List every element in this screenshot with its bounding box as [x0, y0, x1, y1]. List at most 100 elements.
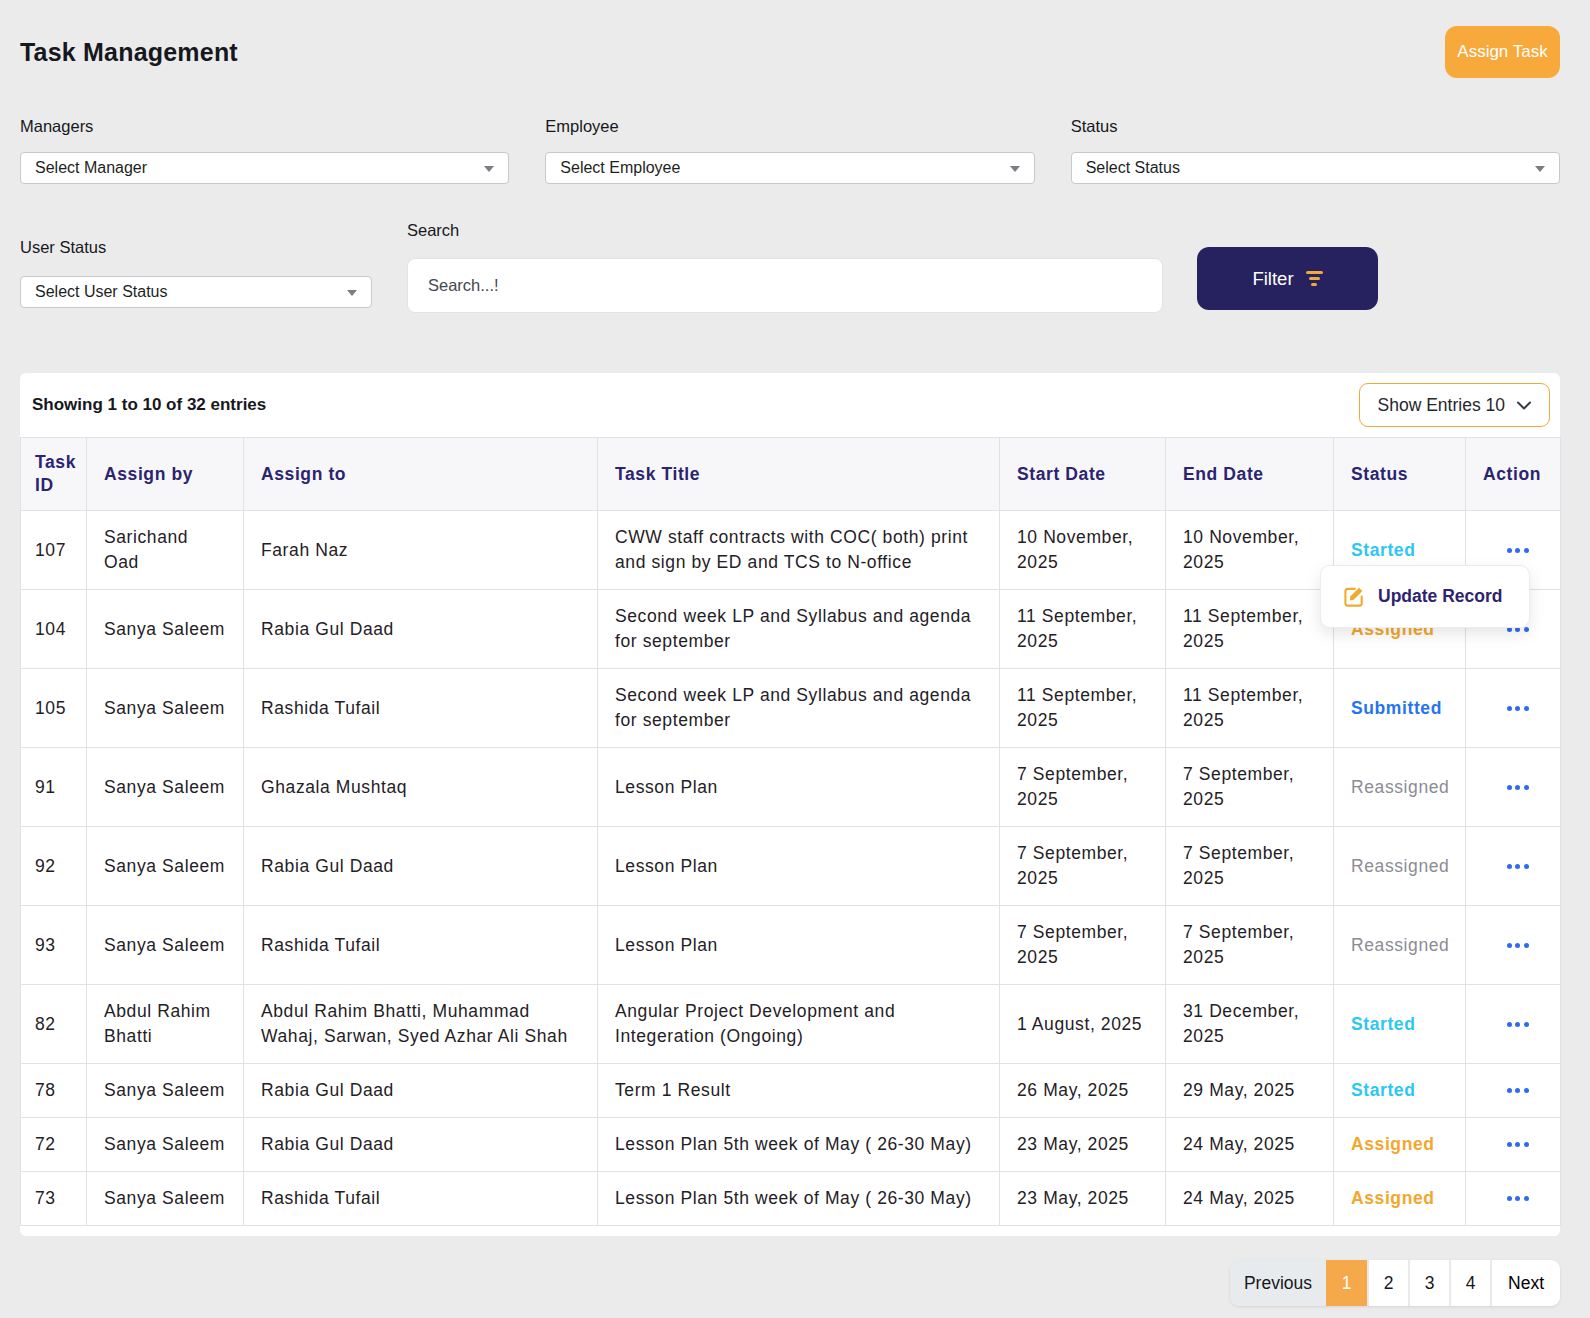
filter-row-2: User Status Select User Status Search Fi…	[20, 184, 1560, 313]
cell-start-date: 11 September, 2025	[1000, 590, 1166, 669]
filter-icon	[1306, 271, 1323, 286]
cell-assign-by: Abdul Rahim Bhatti	[87, 985, 244, 1064]
show-entries-label: Show Entries 10	[1378, 395, 1505, 416]
status-filter: Status Select Status	[1071, 117, 1560, 184]
search-input[interactable]	[407, 258, 1163, 313]
status-badge: Submitted	[1351, 698, 1442, 718]
table-row: 72Sanya SaleemRabia Gul DaadLesson Plan …	[21, 1118, 1561, 1172]
cell-task-id: 78	[21, 1064, 87, 1118]
table-row: 78Sanya SaleemRabia Gul DaadTerm 1 Resul…	[21, 1064, 1561, 1118]
cell-task-id: 107	[21, 511, 87, 590]
caret-down-icon	[484, 166, 494, 172]
cell-action	[1466, 1064, 1561, 1118]
table-toolbar: Showing 1 to 10 of 32 entries Show Entri…	[20, 373, 1560, 437]
pagination-previous[interactable]: Previous	[1230, 1260, 1326, 1306]
row-actions-button[interactable]	[1483, 706, 1552, 711]
cell-assign-by: Sarichand Oad	[87, 511, 244, 590]
cell-action	[1466, 1118, 1561, 1172]
col-header-action: Action	[1466, 438, 1561, 511]
status-badge: Reassigned	[1351, 935, 1449, 955]
chevron-down-icon	[1517, 401, 1531, 410]
cell-assign-to: Rashida Tufail	[244, 1172, 598, 1226]
cell-start-date: 1 August, 2025	[1000, 985, 1166, 1064]
cell-assign-by: Sanya Saleem	[87, 906, 244, 985]
row-actions-button[interactable]	[1483, 1022, 1552, 1027]
employee-label: Employee	[545, 117, 1034, 136]
pagination-pages: 1234	[1326, 1260, 1490, 1306]
manager-select[interactable]: Select Manager	[20, 152, 509, 184]
status-badge: Assigned	[1351, 1188, 1435, 1208]
cell-task-id: 104	[21, 590, 87, 669]
pagination-page-2[interactable]: 2	[1367, 1260, 1408, 1306]
row-actions-button[interactable]	[1483, 1142, 1552, 1147]
cell-status: Reassigned	[1334, 906, 1466, 985]
manager-select-value: Select Manager	[35, 159, 147, 177]
cell-start-date: 7 September, 2025	[1000, 748, 1166, 827]
user-status-select[interactable]: Select User Status	[20, 276, 372, 308]
cell-start-date: 11 September, 2025	[1000, 669, 1166, 748]
cell-status: Assigned	[1334, 1118, 1466, 1172]
task-management-page: Task Management Assign Task Managers Sel…	[0, 0, 1590, 1318]
table-row: 73Sanya SaleemRashida TufailLesson Plan …	[21, 1172, 1561, 1226]
col-header-task-title: Task Title	[598, 438, 1000, 511]
cell-action	[1466, 669, 1561, 748]
row-actions-button[interactable]	[1483, 943, 1552, 948]
cell-assign-by: Sanya Saleem	[87, 669, 244, 748]
cell-assign-by: Sanya Saleem	[87, 748, 244, 827]
table-row: 93Sanya SaleemRashida TufailLesson Plan7…	[21, 906, 1561, 985]
row-actions-button[interactable]	[1483, 1196, 1552, 1201]
cell-end-date: 7 September, 2025	[1166, 748, 1334, 827]
cell-action	[1466, 827, 1561, 906]
row-actions-button[interactable]	[1483, 785, 1552, 790]
cell-start-date: 23 May, 2025	[1000, 1118, 1166, 1172]
cell-end-date: 29 May, 2025	[1166, 1064, 1334, 1118]
status-badge: Started	[1351, 540, 1416, 560]
cell-task-title: CWW staff contracts with COC( both) prin…	[598, 511, 1000, 590]
status-badge: Reassigned	[1351, 856, 1449, 876]
cell-start-date: 26 May, 2025	[1000, 1064, 1166, 1118]
edit-icon	[1343, 586, 1365, 608]
cell-task-id: 105	[21, 669, 87, 748]
row-actions-button[interactable]	[1483, 548, 1552, 553]
cell-status: Submitted	[1334, 669, 1466, 748]
row-actions-button[interactable]	[1483, 864, 1552, 869]
row-actions-button[interactable]	[1483, 1088, 1552, 1093]
cell-task-title: Second week LP and Syllabus and agenda f…	[598, 590, 1000, 669]
cell-start-date: 7 September, 2025	[1000, 906, 1166, 985]
table-header-row: Task ID Assign by Assign to Task Title S…	[21, 438, 1561, 511]
cell-action	[1466, 1172, 1561, 1226]
cell-end-date: 11 September, 2025	[1166, 669, 1334, 748]
col-header-status: Status	[1334, 438, 1466, 511]
pagination-next[interactable]: Next	[1490, 1260, 1560, 1306]
cell-task-id: 92	[21, 827, 87, 906]
cell-assign-to: Rabia Gul Daad	[244, 1064, 598, 1118]
entries-summary: Showing 1 to 10 of 32 entries	[32, 395, 266, 415]
col-header-assign-to: Assign to	[244, 438, 598, 511]
status-badge: Started	[1351, 1080, 1416, 1100]
filter-button-wrap: Filter	[1197, 247, 1378, 310]
user-status-label: User Status	[20, 238, 372, 257]
employee-select[interactable]: Select Employee	[545, 152, 1034, 184]
caret-down-icon	[1010, 166, 1020, 172]
tasks-table: Task ID Assign by Assign to Task Title S…	[20, 437, 1561, 1226]
filter-button-label: Filter	[1252, 268, 1293, 290]
status-select[interactable]: Select Status	[1071, 152, 1560, 184]
cell-action	[1466, 985, 1561, 1064]
status-badge: Assigned	[1351, 1134, 1435, 1154]
status-badge: Reassigned	[1351, 777, 1449, 797]
status-label: Status	[1071, 117, 1560, 136]
employee-filter: Employee Select Employee	[545, 117, 1034, 184]
update-record-label: Update Record	[1378, 586, 1502, 607]
pagination-page-1[interactable]: 1	[1326, 1260, 1367, 1306]
managers-label: Managers	[20, 117, 509, 136]
pagination-page-4[interactable]: 4	[1449, 1260, 1490, 1306]
assign-task-button[interactable]: Assign Task	[1445, 26, 1560, 78]
status-select-value: Select Status	[1086, 159, 1180, 177]
cell-assign-to: Rabia Gul Daad	[244, 590, 598, 669]
show-entries-select[interactable]: Show Entries 10	[1359, 383, 1550, 427]
cell-end-date: 11 September, 2025	[1166, 590, 1334, 669]
update-record-menu[interactable]: Update Record	[1320, 565, 1530, 628]
cell-start-date: 7 September, 2025	[1000, 827, 1166, 906]
pagination-page-3[interactable]: 3	[1408, 1260, 1449, 1306]
filter-button[interactable]: Filter	[1197, 247, 1378, 310]
